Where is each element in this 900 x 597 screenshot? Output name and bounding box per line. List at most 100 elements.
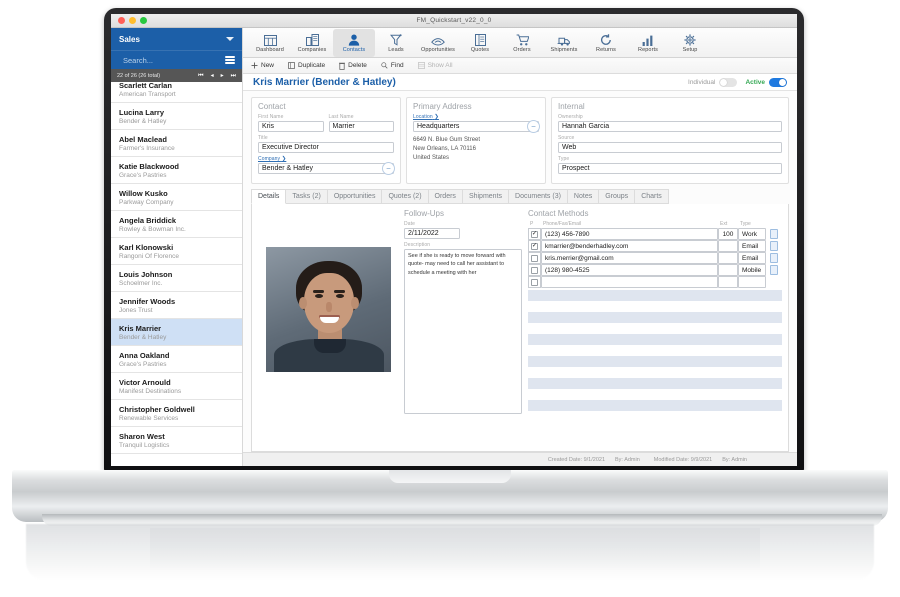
toolbar-item-shipments[interactable]: Shipments — [543, 29, 585, 57]
primary-checkbox[interactable] — [528, 252, 541, 264]
list-item[interactable]: Victor ArnouldManifest Destinations — [111, 373, 242, 400]
action-bar[interactable]: New Duplicate Delete — [243, 58, 797, 74]
tab-orders[interactable]: Orders — [429, 189, 463, 204]
toolbar-item-opportunities[interactable]: Opportunities — [417, 29, 459, 57]
list-item[interactable]: Angela BriddickRowley & Bowman Inc. — [111, 211, 242, 238]
active-toggle-group[interactable]: Active — [745, 78, 787, 87]
followup-description-field[interactable]: See if she is ready to move forward with… — [404, 249, 522, 414]
tab-details[interactable]: Details — [251, 189, 286, 204]
toolbar-item-leads[interactable]: Leads — [375, 29, 417, 57]
toolbar-item-contacts[interactable]: Contacts — [333, 29, 375, 57]
list-item[interactable]: Jennifer WoodsJones Trust — [111, 292, 242, 319]
trash-icon[interactable] — [770, 229, 778, 239]
previous-record-icon[interactable]: ◂ — [211, 73, 214, 79]
trash-icon[interactable] — [770, 253, 778, 263]
toolbar-item-quotes[interactable]: Quotes — [459, 29, 501, 57]
contact-value-field[interactable]: kmarrier@benderhadley.com — [541, 240, 718, 252]
individual-switch[interactable] — [719, 78, 737, 87]
toolbar-item-dashboard[interactable]: Dashboard — [249, 29, 291, 57]
title-field[interactable]: Executive Director — [258, 142, 394, 153]
followup-date-field[interactable]: 2/11/2022 — [404, 228, 460, 239]
show-all-button[interactable]: Show All — [418, 62, 453, 69]
toolbar-item-returns[interactable]: Returns — [585, 29, 627, 57]
tab-documents-3[interactable]: Documents (3) — [509, 189, 568, 204]
type-field[interactable]: Work — [738, 228, 766, 240]
toolbar-item-setup[interactable]: Setup — [669, 29, 711, 57]
first-name-field[interactable]: Kris — [258, 121, 324, 132]
ext-field[interactable] — [718, 264, 738, 276]
toolbar-item-companies[interactable]: Companies — [291, 29, 333, 57]
last-name-field[interactable]: Marrier — [329, 121, 395, 132]
table-row[interactable] — [528, 276, 782, 288]
type-field[interactable]: Prospect — [558, 163, 782, 174]
detail-tabs[interactable]: DetailsTasks (2)OpportunitiesQuotes (2)O… — [251, 189, 789, 204]
tab-quotes-2[interactable]: Quotes (2) — [382, 189, 428, 204]
list-item[interactable]: Christopher GoldwellRenewable Services — [111, 400, 242, 427]
ext-field[interactable]: 100 — [718, 228, 738, 240]
list-item[interactable]: Katie BlackwoodGrace's Pastries — [111, 157, 242, 184]
source-field[interactable]: Web — [558, 142, 782, 153]
trash-icon[interactable] — [770, 265, 778, 275]
next-record-icon[interactable]: ▸ — [221, 73, 224, 79]
tab-tasks-2[interactable]: Tasks (2) — [286, 189, 327, 204]
table-row[interactable]: kris.merrier@gmail.com Email — [528, 252, 782, 264]
type-field[interactable]: Email — [738, 252, 766, 264]
tab-charts[interactable]: Charts — [635, 189, 669, 204]
primary-checkbox[interactable] — [528, 276, 541, 288]
location-label[interactable]: Location ❯ — [413, 114, 539, 120]
type-field[interactable]: Mobile — [738, 264, 766, 276]
active-switch[interactable] — [769, 78, 787, 87]
toolbar-item-orders[interactable]: Orders — [501, 29, 543, 57]
ext-field[interactable] — [718, 276, 738, 288]
company-label[interactable]: Company ❯ — [258, 156, 394, 162]
search-input[interactable] — [123, 56, 220, 65]
primary-checkbox[interactable] — [528, 264, 541, 276]
toolbar-item-reports[interactable]: Reports — [627, 29, 669, 57]
tab-opportunities[interactable]: Opportunities — [328, 189, 383, 204]
ext-field[interactable] — [718, 252, 738, 264]
list-item[interactable]: Willow KuskoParkway Company — [111, 184, 242, 211]
ext-field[interactable] — [718, 240, 738, 252]
sidebar-module-selector[interactable]: Sales — [111, 28, 242, 50]
list-item[interactable]: Lucina LarryBender & Hatley — [111, 103, 242, 130]
last-record-icon[interactable]: ⏭ — [231, 73, 236, 79]
new-button[interactable]: New — [251, 62, 274, 69]
table-row[interactable]: (128) 980-4525 Mobile — [528, 264, 782, 276]
location-field[interactable]: Headquarters — [413, 121, 539, 132]
contact-list[interactable]: Scarlett CarlanAmerican TransportLucina … — [111, 82, 242, 466]
list-item[interactable]: Kris MarrierBender & Hatley — [111, 319, 242, 346]
primary-checkbox[interactable]: ✓ — [528, 240, 541, 252]
individual-toggle-group[interactable]: Individual — [688, 78, 737, 87]
sidebar-search-bar[interactable] — [111, 50, 242, 69]
contact-value-field[interactable]: (123) 456-7890 — [541, 228, 718, 240]
contact-value-field[interactable]: kris.merrier@gmail.com — [541, 252, 718, 264]
list-item[interactable]: Abel MacleadFarmer's Insurance — [111, 130, 242, 157]
remove-company-icon[interactable]: − — [382, 162, 395, 175]
list-view-icon[interactable] — [225, 56, 235, 64]
contact-value-field[interactable] — [541, 276, 718, 288]
trash-icon[interactable] — [770, 241, 778, 251]
tab-shipments[interactable]: Shipments — [463, 189, 509, 204]
module-toolbar[interactable]: DashboardCompaniesContactsLeadsOpportuni… — [243, 28, 797, 58]
contact-value-field[interactable]: (128) 980-4525 — [541, 264, 718, 276]
list-item[interactable]: Sharon WestTranquil Logistics — [111, 427, 242, 454]
primary-checkbox[interactable]: ✓ — [528, 228, 541, 240]
tab-groups[interactable]: Groups — [599, 189, 635, 204]
duplicate-button[interactable]: Duplicate — [288, 62, 325, 69]
remove-location-icon[interactable]: − — [527, 120, 540, 133]
table-row[interactable]: ✓kmarrier@benderhadley.com Email — [528, 240, 782, 252]
list-item[interactable]: Scarlett CarlanAmerican Transport — [111, 82, 242, 103]
ownership-field[interactable]: Hannah Garcia — [558, 121, 782, 132]
delete-button[interactable]: Delete — [339, 62, 367, 70]
type-field[interactable] — [738, 276, 766, 288]
tab-notes[interactable]: Notes — [568, 189, 599, 204]
find-button[interactable]: Find — [381, 62, 404, 69]
type-field[interactable]: Email — [738, 240, 766, 252]
list-item-org: Parkway Company — [119, 199, 234, 207]
list-item[interactable]: Karl KlonowskiRangoni Of Florence — [111, 238, 242, 265]
first-record-icon[interactable]: ⏮ — [198, 73, 203, 79]
table-row[interactable]: ✓(123) 456-7890100Work — [528, 228, 782, 240]
company-field[interactable]: Bender & Hatley — [258, 163, 394, 174]
list-item[interactable]: Louis JohnsonSchoelmer Inc. — [111, 265, 242, 292]
list-item[interactable]: Anna OaklandGrace's Pastries — [111, 346, 242, 373]
